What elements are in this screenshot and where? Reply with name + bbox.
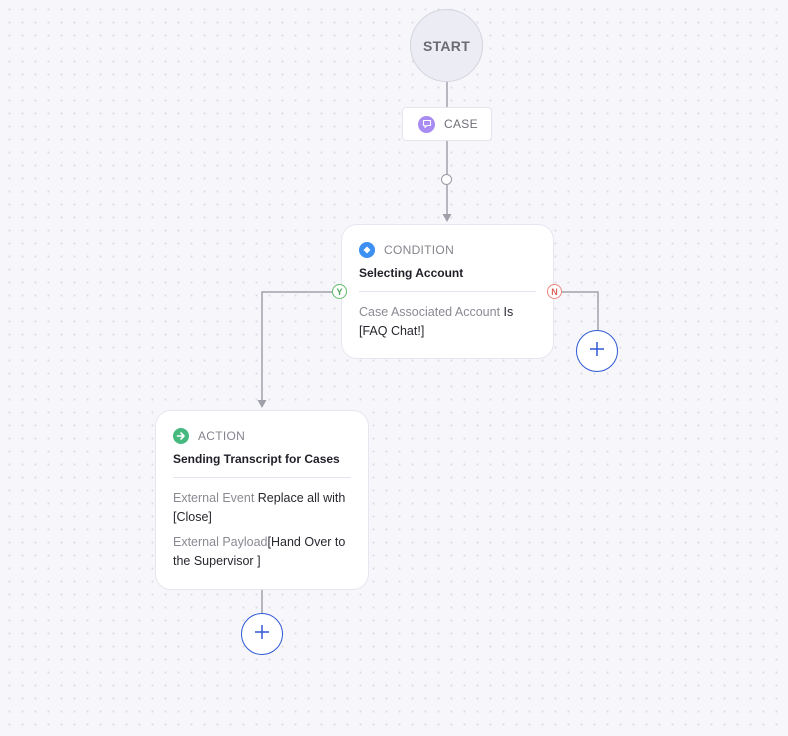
- condition-diamond-icon: [359, 242, 375, 258]
- insert-step-dot[interactable]: [441, 174, 452, 185]
- no-branch-badge[interactable]: N: [547, 284, 562, 299]
- yes-label: Y: [336, 286, 343, 297]
- condition-rule-value: [FAQ Chat!]: [359, 324, 425, 338]
- condition-node[interactable]: CONDITION Selecting Account Case Associa…: [341, 224, 554, 359]
- start-label: START: [422, 37, 471, 54]
- action-line-key: External Payload: [173, 535, 268, 549]
- plus-icon: [589, 341, 605, 362]
- plus-icon: [254, 624, 270, 645]
- add-step-no-branch-button[interactable]: [576, 330, 618, 372]
- trigger-label: CASE: [444, 117, 478, 131]
- condition-divider: [359, 291, 536, 292]
- arrowhead-action: [257, 400, 267, 408]
- action-line-external-payload: External Payload[Hand Over to the Superv…: [173, 533, 351, 571]
- add-step-after-action-button[interactable]: [241, 613, 283, 655]
- yes-branch-badge[interactable]: Y: [332, 284, 347, 299]
- edge-no-branch: [562, 291, 599, 330]
- arrow-right-circle-icon: [173, 428, 189, 444]
- no-label: N: [551, 286, 558, 297]
- flow-edges: [257, 82, 599, 613]
- action-line-key: External Event: [173, 491, 255, 505]
- condition-rule: Case Associated Account Is [FAQ Chat!]: [359, 303, 536, 341]
- condition-rule-operator: Is: [503, 305, 514, 319]
- action-title: Sending Transcript for Cases: [173, 452, 340, 466]
- action-line-external-event: External Event Replace all with [Close]: [173, 489, 351, 527]
- action-type-label: ACTION: [198, 429, 246, 443]
- chat-bubble-icon: [418, 115, 435, 133]
- edge-yes-branch: [261, 291, 332, 402]
- condition-rule-field: Case Associated Account: [359, 305, 501, 319]
- action-node[interactable]: ACTION Sending Transcript for Cases Exte…: [155, 410, 369, 590]
- condition-type-label: CONDITION: [384, 243, 455, 257]
- action-divider: [173, 477, 351, 478]
- start-node[interactable]: START: [410, 9, 483, 82]
- condition-title: Selecting Account: [359, 266, 464, 280]
- flow-canvas[interactable]: START CASE CONDITION Selecting Account C…: [0, 0, 788, 736]
- arrowhead-condition: [442, 214, 452, 222]
- trigger-node-case[interactable]: CASE: [402, 107, 492, 141]
